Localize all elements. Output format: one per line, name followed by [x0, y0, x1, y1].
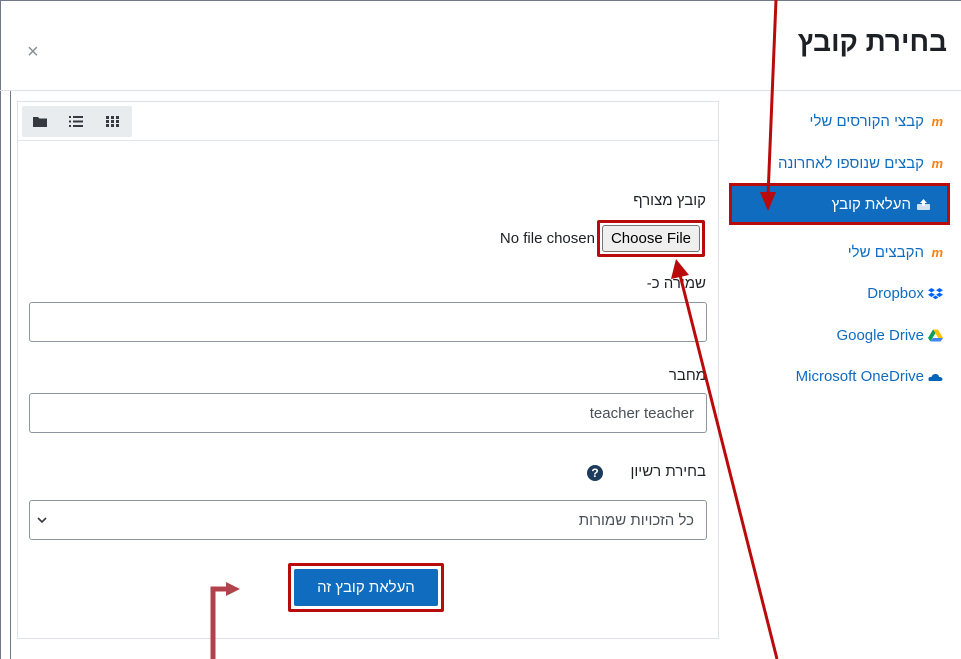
attachment-label: קובץ מצורף [633, 192, 706, 209]
file-input-row: No file chosen Choose File [499, 219, 705, 257]
google-drive-icon [928, 329, 943, 342]
grid-view-icon[interactable] [94, 106, 130, 137]
sidebar-item-label: Microsoft OneDrive [795, 367, 924, 385]
close-icon[interactable]: × [27, 42, 39, 62]
sidebar-item-label: קבצים שנוספו לאחרונה [777, 154, 924, 172]
sidebar-item-label: הקבצים שלי [847, 243, 924, 261]
toolbar-divider [18, 140, 718, 141]
sidebar-item-onedrive[interactable]: Microsoft OneDrive [796, 366, 943, 386]
pane-divider [10, 91, 11, 659]
save-as-input[interactable] [29, 302, 707, 342]
no-file-text: No file chosen [499, 229, 595, 247]
file-picker-content [17, 101, 719, 639]
list-view-icon[interactable] [58, 106, 94, 137]
sidebar-item-label: העלאת קובץ [831, 195, 911, 213]
save-as-label: שמירה כ- [646, 275, 706, 292]
sidebar-item-upload-file[interactable]: העלאת קובץ [729, 183, 950, 225]
folder-view-icon[interactable] [22, 106, 58, 137]
sidebar-item-course-files[interactable]: m קבצי הקורסים שלי [810, 111, 943, 131]
upload-button-highlight: העלאת קובץ זה [288, 563, 444, 612]
header-divider [0, 90, 961, 91]
onedrive-icon [928, 370, 943, 383]
moodle-icon: m [931, 155, 943, 171]
upload-this-file-button[interactable]: העלאת קובץ זה [294, 569, 438, 606]
sidebar-item-label: Google Drive [836, 326, 924, 344]
dialog-title: בחירת קובץ [797, 26, 947, 57]
choose-file-highlight: Choose File [596, 219, 705, 257]
license-selected-value: כל הזכויות שמורות [578, 511, 694, 529]
sidebar-item-my-files[interactable]: m הקבצים שלי [848, 242, 943, 262]
upload-icon [916, 198, 931, 211]
choose-file-button[interactable]: Choose File [601, 224, 700, 252]
sidebar-item-label: קבצי הקורסים שלי [809, 112, 924, 130]
sidebar-item-recent-files[interactable]: m קבצים שנוספו לאחרונה [778, 153, 943, 173]
view-toggle [22, 106, 132, 137]
sidebar-item-dropbox[interactable]: Dropbox [867, 283, 943, 303]
license-select[interactable]: כל הזכויות שמורות [29, 500, 707, 540]
sidebar-item-google-drive[interactable]: Google Drive [836, 325, 943, 345]
chevron-down-icon [36, 513, 48, 530]
moodle-icon: m [931, 244, 943, 260]
moodle-icon: m [931, 113, 943, 129]
license-label: בחירת רשיון [630, 463, 707, 480]
dropbox-icon [928, 287, 943, 300]
author-label: מחבר [668, 367, 706, 384]
author-input[interactable] [29, 393, 707, 433]
sidebar-item-label: Dropbox [867, 284, 924, 302]
help-icon[interactable]: ? [587, 465, 603, 481]
